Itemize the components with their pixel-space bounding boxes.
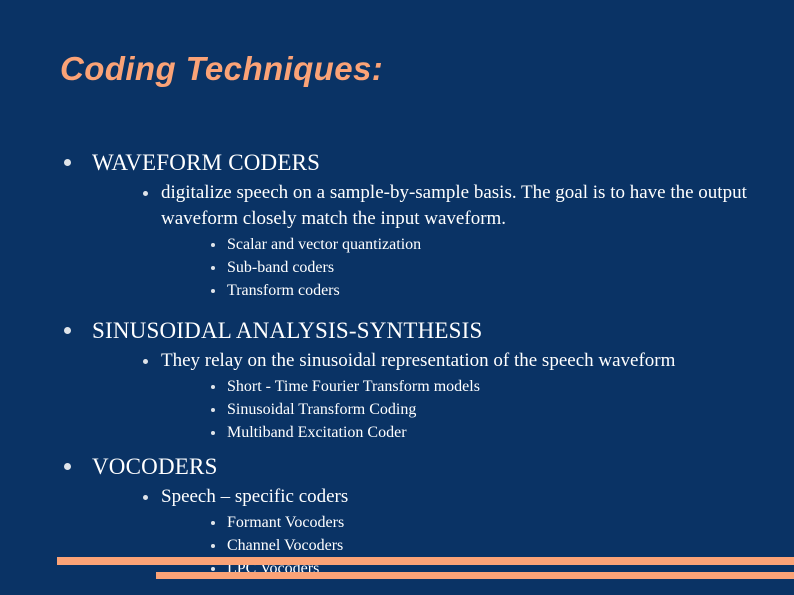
bullet-level1-icon [64, 159, 71, 166]
slide-canvas: Coding Techniques: WAVEFORM CODERS digit… [0, 0, 794, 595]
outline-heading-sinusoidal-analysis-synthesis: SINUSOIDAL ANALYSIS-SYNTHESIS [0, 316, 794, 346]
outline-heading-vocoders: VOCODERS [0, 452, 794, 482]
bullet-level3-icon [211, 544, 215, 548]
outline-item-label: Channel Vocoders [227, 537, 344, 554]
outline-item-label: Sub-band coders [227, 259, 335, 276]
outline-item-label: Short - Time Fourier Transform models [227, 378, 480, 395]
bullet-level3-icon [211, 289, 215, 293]
outline-item-label: Formant Vocoders [227, 514, 345, 531]
footer-accent-bar-bottom [156, 572, 794, 579]
outline-heading-label: VOCODERS [92, 454, 218, 479]
outline-heading-waveform-coders: WAVEFORM CODERS [0, 148, 794, 178]
bullet-level3-icon [211, 567, 215, 571]
outline-item-label: Scalar and vector quantization [227, 236, 422, 253]
bullet-level3-icon [211, 431, 215, 435]
footer-accent-bar-top [57, 557, 794, 565]
list-item: Sinusoidal Transform Coding [0, 398, 794, 421]
bullet-level3-icon [211, 521, 215, 525]
bullet-level1-icon [64, 463, 71, 470]
outline-body: WAVEFORM CODERS digitalize speech on a s… [0, 148, 794, 580]
list-item: Sub-band coders [0, 256, 794, 279]
bullet-level1-icon [64, 327, 71, 334]
outline-heading-label: WAVEFORM CODERS [92, 150, 321, 175]
bullet-level3-icon [211, 385, 215, 389]
list-item: Channel Vocoders [0, 534, 794, 557]
bullet-level3-icon [211, 266, 215, 270]
list-item: Formant Vocoders [0, 511, 794, 534]
outline-heading-label: SINUSOIDAL ANALYSIS-SYNTHESIS [92, 318, 483, 343]
page-title: Coding Techniques: [60, 50, 384, 87]
outline-detail-sinusoidal-analysis-synthesis: They relay on the sinusoidal representat… [0, 348, 794, 374]
outline-item-label: Multiband Excitation Coder [227, 424, 407, 441]
outline-detail-label: digitalize speech on a sample-by-sample … [161, 182, 747, 229]
bullet-level2-icon [143, 359, 148, 364]
outline-detail-waveform-coders: digitalize speech on a sample-by-sample … [0, 180, 794, 232]
outline-detail-label: Speech – specific coders [161, 486, 349, 507]
bullet-level2-icon [143, 495, 148, 500]
list-item: Multiband Excitation Coder [0, 421, 794, 444]
outline-item-label: Transform coders [227, 282, 340, 299]
list-item: Scalar and vector quantization [0, 233, 794, 256]
outline-detail-vocoders: Speech – specific coders [0, 484, 794, 510]
bullet-level2-icon [143, 191, 148, 196]
outline-detail-label: They relay on the sinusoidal representat… [161, 350, 676, 371]
list-item: Transform coders [0, 279, 794, 302]
bullet-level3-icon [211, 243, 215, 247]
outline-item-label: Sinusoidal Transform Coding [227, 401, 417, 418]
list-item: Short - Time Fourier Transform models [0, 375, 794, 398]
bullet-level3-icon [211, 408, 215, 412]
